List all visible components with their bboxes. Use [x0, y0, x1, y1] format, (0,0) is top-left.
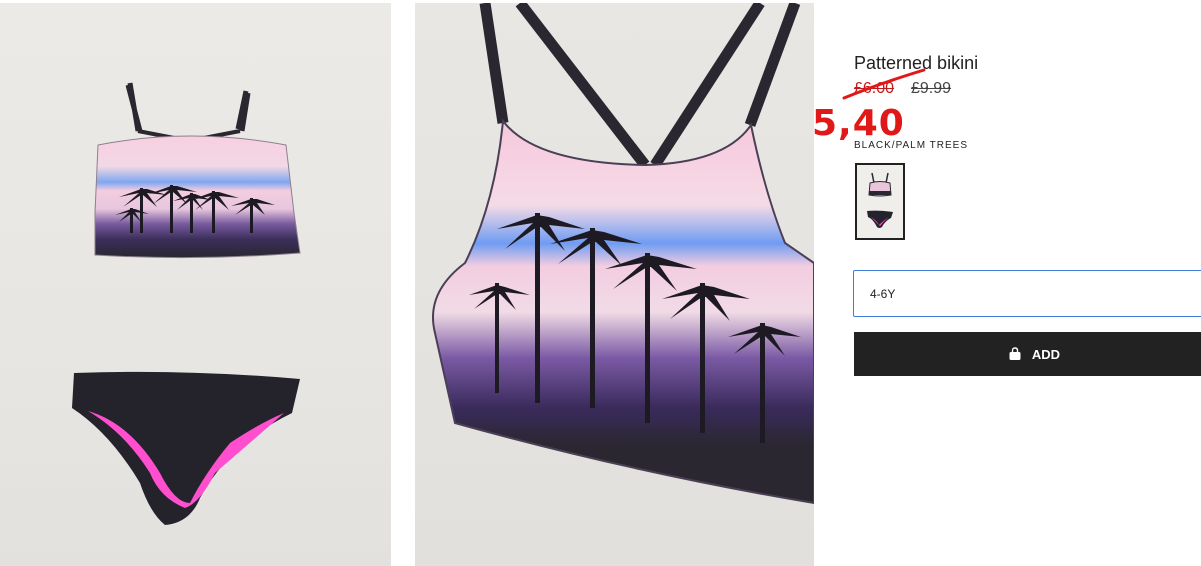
- shopping-bag-icon: [1009, 347, 1021, 360]
- add-to-bag-button[interactable]: ADD: [854, 332, 1201, 376]
- swatch-thumbnail-image: [867, 172, 893, 228]
- product-page: Patterned bikini £6.00 £9.99 5,40 BLACK/…: [0, 0, 1201, 566]
- original-price: £9.99: [911, 80, 952, 97]
- old-sale-price: £6.00: [854, 80, 895, 97]
- bikini-top-closeup-image: [432, 3, 814, 505]
- bikini-set-image: [72, 82, 301, 525]
- product-title: Patterned bikini: [854, 53, 979, 73]
- product-photo-main[interactable]: [0, 3, 391, 566]
- new-price: 5,40: [812, 103, 905, 144]
- product-photo-detail[interactable]: [415, 3, 814, 566]
- add-button-label: ADD: [1031, 346, 1061, 362]
- size-select[interactable]: [853, 270, 1201, 317]
- color-name: BLACK/PALM TREES: [854, 140, 968, 151]
- color-swatch-black-palm-trees[interactable]: [855, 163, 905, 240]
